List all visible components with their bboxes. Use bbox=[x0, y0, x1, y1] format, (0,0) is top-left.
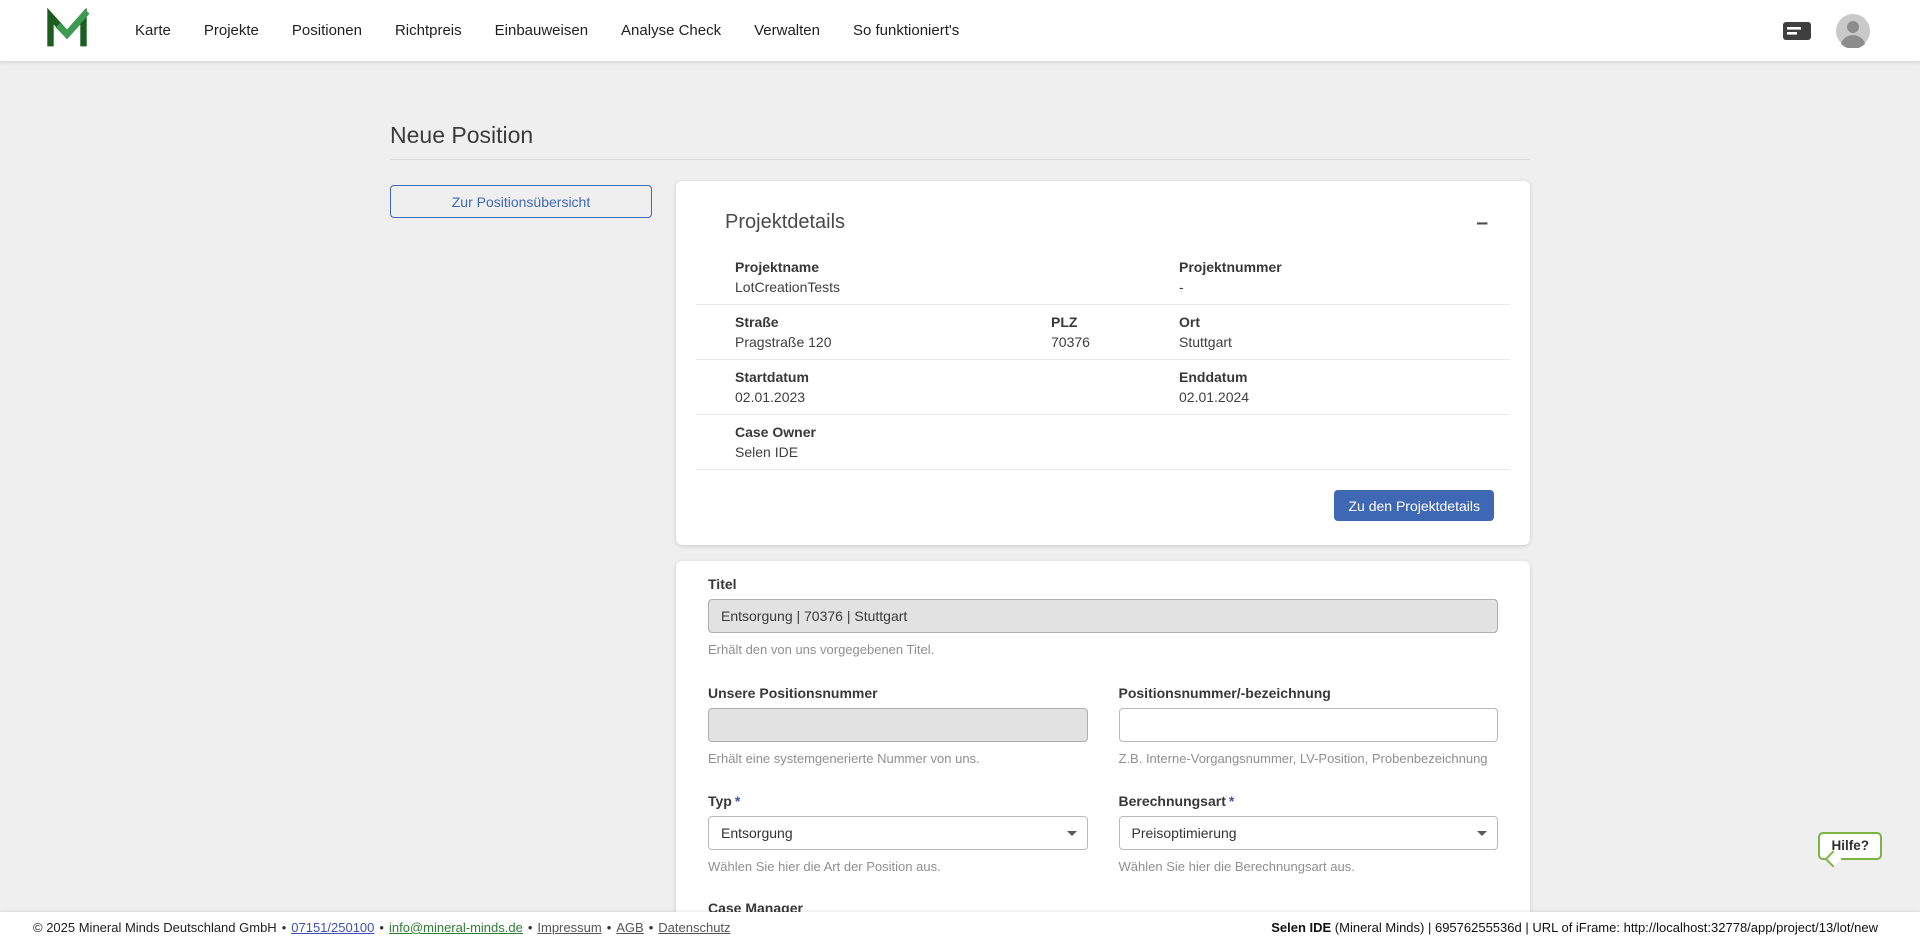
project-detail-rows: Projektname LotCreationTests Projektnumm… bbox=[696, 250, 1510, 470]
titel-helper: Erhält den von uns vorgegebenen Titel. bbox=[708, 642, 1498, 657]
typ-helper: Wählen Sie hier die Art der Position aus… bbox=[708, 859, 1088, 874]
detail-projektnummer: Projektnummer - bbox=[1179, 259, 1510, 295]
table-row: Straße Pragstraße 120 PLZ 70376 Ort Stut… bbox=[696, 305, 1510, 360]
positionsnummer-input[interactable] bbox=[1119, 708, 1499, 742]
field-typ: Typ* Entsorgung Wählen Sie hier die Art … bbox=[708, 793, 1088, 874]
brand-logo[interactable] bbox=[45, 7, 89, 54]
detail-startdatum: Startdatum 02.01.2023 bbox=[735, 369, 1179, 405]
detail-plz: PLZ 70376 bbox=[1051, 314, 1179, 350]
help-button[interactable]: Hilfe? bbox=[1818, 832, 1882, 860]
table-row: Projektname LotCreationTests Projektnumm… bbox=[696, 250, 1510, 305]
table-row: Case Owner Selen IDE bbox=[696, 415, 1510, 470]
field-case-manager: Case Manager bbox=[708, 900, 1498, 912]
titel-label: Titel bbox=[708, 576, 1498, 592]
positionsnummer-helper: Z.B. Interne-Vorgangsnummer, LV-Position… bbox=[1119, 751, 1499, 766]
datenschutz-link[interactable]: Datenschutz bbox=[658, 920, 730, 935]
detail-strasse: Straße Pragstraße 120 bbox=[735, 314, 1051, 350]
collapse-icon[interactable]: – bbox=[1476, 212, 1488, 233]
left-column: Zur Positionsübersicht bbox=[390, 181, 652, 912]
phone-link[interactable]: 07151/250100 bbox=[291, 920, 374, 935]
page-title: Neue Position bbox=[390, 122, 1530, 149]
unsere-positionsnummer-helper: Erhält eine systemgenerierte Nummer von … bbox=[708, 751, 1088, 766]
nav-item-richtpreis[interactable]: Richtpreis bbox=[395, 22, 462, 39]
detail-case-owner: Case Owner Selen IDE bbox=[735, 424, 1510, 460]
nav-item-karte[interactable]: Karte bbox=[135, 22, 171, 39]
navbar: Karte Projekte Positionen Richtpreis Ein… bbox=[0, 0, 1920, 61]
copyright-text: © 2025 Mineral Minds Deutschland GmbH bbox=[33, 920, 277, 935]
header-actions bbox=[1782, 14, 1870, 48]
titel-input bbox=[708, 599, 1498, 633]
berechnungsart-select[interactable]: Preisoptimierung bbox=[1119, 816, 1499, 850]
nav-item-analyse-check[interactable]: Analyse Check bbox=[621, 22, 721, 39]
main-nav: Karte Projekte Positionen Richtpreis Ein… bbox=[135, 22, 992, 39]
title-divider bbox=[390, 159, 1530, 160]
berechnungsart-label: Berechnungsart* bbox=[1119, 793, 1499, 809]
email-link[interactable]: info@mineral-minds.de bbox=[389, 920, 523, 935]
field-unsere-positionsnummer: Unsere Positionsnummer Erhält eine syste… bbox=[708, 685, 1088, 766]
field-positionsnummer: Positionsnummer/-bezeichnung Z.B. Intern… bbox=[1119, 685, 1499, 766]
detail-enddatum: Enddatum 02.01.2024 bbox=[1179, 369, 1510, 405]
project-card-title: Projektdetails bbox=[725, 211, 845, 234]
impressum-link[interactable]: Impressum bbox=[537, 920, 601, 935]
unsere-positionsnummer-label: Unsere Positionsnummer bbox=[708, 685, 1088, 701]
nav-item-positionen[interactable]: Positionen bbox=[292, 22, 362, 39]
new-position-form-card: Titel Erhält den von uns vorgegebenen Ti… bbox=[676, 561, 1530, 912]
server-icon[interactable] bbox=[1782, 19, 1812, 43]
user-avatar[interactable] bbox=[1836, 14, 1870, 48]
agb-link[interactable]: AGB bbox=[616, 920, 643, 935]
typ-select[interactable]: Entsorgung bbox=[708, 816, 1088, 850]
positionsnummer-label: Positionsnummer/-bezeichnung bbox=[1119, 685, 1499, 701]
project-details-button[interactable]: Zu den Projektdetails bbox=[1334, 490, 1494, 521]
berechnungsart-helper: Wählen Sie hier die Berechnungsart aus. bbox=[1119, 859, 1499, 874]
main-content: Neue Position Zur Positionsübersicht Pro… bbox=[0, 61, 1920, 912]
unsere-positionsnummer-input bbox=[708, 708, 1088, 742]
session-info: Selen IDE (Mineral Minds) | 69576255536d… bbox=[1271, 920, 1878, 935]
nav-item-so-funktionierts[interactable]: So funktioniert's bbox=[853, 22, 959, 39]
mineral-minds-logo-icon bbox=[45, 7, 89, 54]
detail-ort: Ort Stuttgart bbox=[1179, 314, 1510, 350]
required-asterisk: * bbox=[735, 793, 740, 809]
nav-item-einbauweisen[interactable]: Einbauweisen bbox=[495, 22, 588, 39]
user-name: Selen IDE bbox=[1271, 920, 1331, 935]
chevron-down-icon bbox=[1067, 831, 1077, 836]
field-berechnungsart: Berechnungsart* Preisoptimierung Wählen … bbox=[1119, 793, 1499, 874]
footer: © 2025 Mineral Minds Deutschland GmbH • … bbox=[0, 912, 1920, 943]
typ-label: Typ* bbox=[708, 793, 1088, 809]
nav-item-projekte[interactable]: Projekte bbox=[204, 22, 259, 39]
table-row: Startdatum 02.01.2023 Enddatum 02.01.202… bbox=[696, 360, 1510, 415]
project-details-card: Projektdetails – Projektname LotCreation… bbox=[676, 181, 1530, 545]
detail-projektname: Projektname LotCreationTests bbox=[735, 259, 1179, 295]
required-asterisk: * bbox=[1229, 793, 1234, 809]
position-overview-button[interactable]: Zur Positionsübersicht bbox=[390, 185, 652, 218]
footer-links: © 2025 Mineral Minds Deutschland GmbH • … bbox=[33, 920, 731, 935]
session-details: (Mineral Minds) | 69576255536d | URL of … bbox=[1331, 920, 1878, 935]
case-manager-label: Case Manager bbox=[708, 900, 1498, 912]
nav-item-verwalten[interactable]: Verwalten bbox=[754, 22, 820, 39]
chevron-down-icon bbox=[1477, 831, 1487, 836]
